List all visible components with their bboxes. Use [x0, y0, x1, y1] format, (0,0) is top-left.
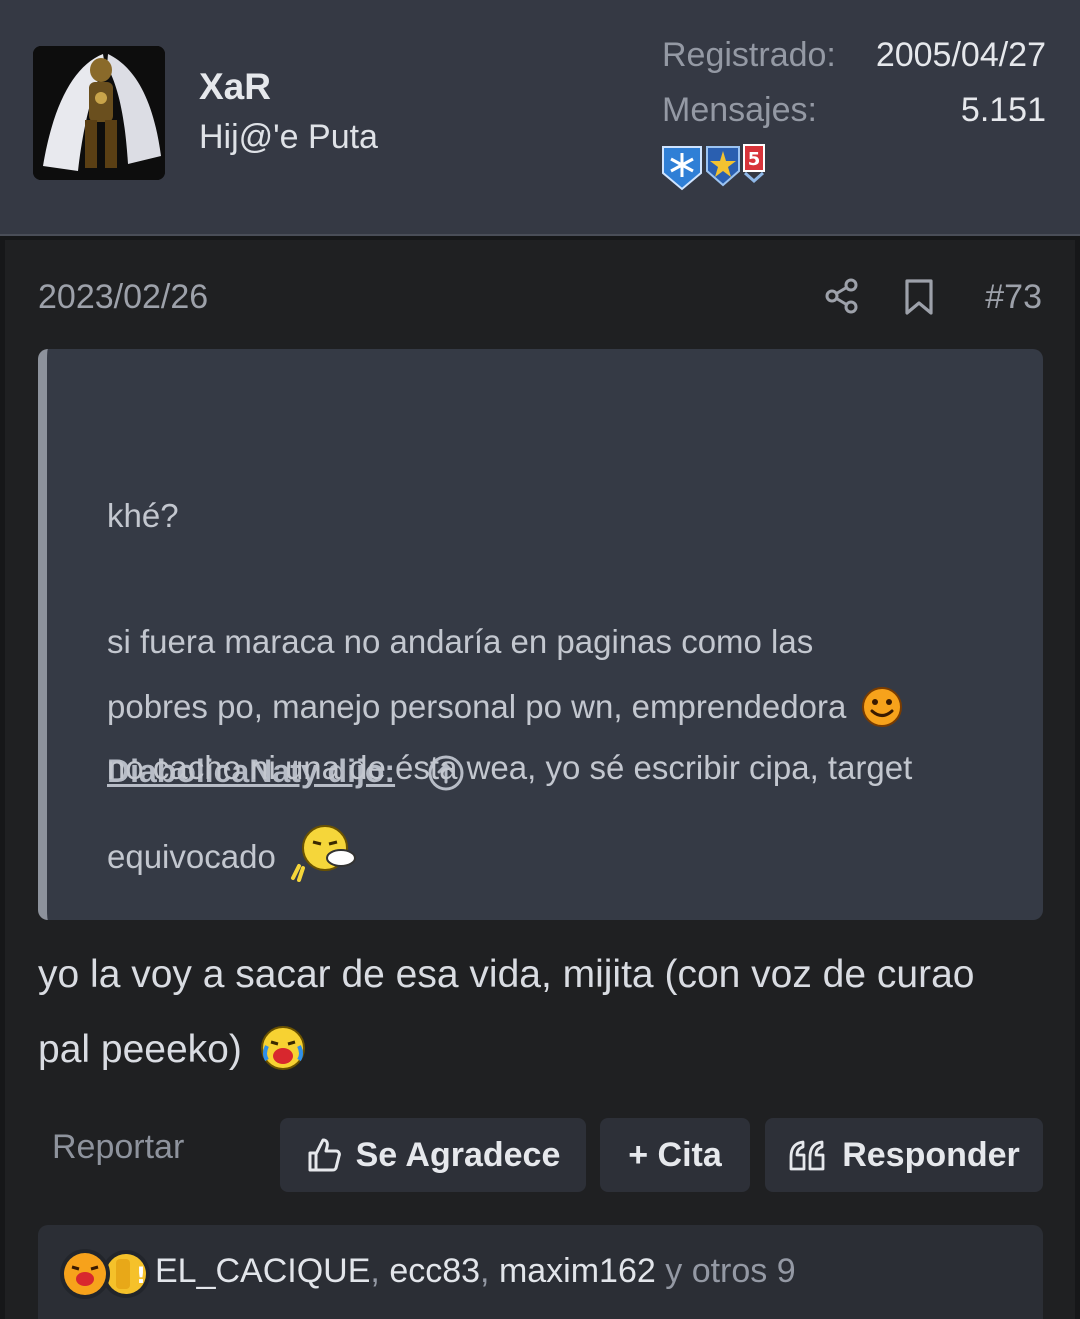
- snowflake-badge-icon[interactable]: [661, 143, 703, 191]
- post-date[interactable]: 2023/02/26: [38, 278, 208, 317]
- quote-text-line: si fuera maraca no andaría en paginas co…: [107, 623, 814, 660]
- reaction-separator: ,: [370, 1252, 390, 1290]
- level-five-badge-icon[interactable]: 5: [743, 143, 765, 183]
- post-text: pal peeeko): [38, 1028, 242, 1071]
- reaction-user-link[interactable]: EL_CACIQUE: [155, 1252, 370, 1290]
- quote-button-label: + Cita: [628, 1135, 722, 1174]
- quote-button[interactable]: + Cita: [600, 1118, 750, 1192]
- registered-value: 2005/04/27: [875, 36, 1046, 74]
- avatar[interactable]: [33, 46, 165, 180]
- thank-button[interactable]: Se Agradece: [280, 1118, 586, 1192]
- smug-emoji-icon: [290, 825, 356, 882]
- reply-button-label: Responder: [842, 1135, 1020, 1174]
- quote-block: DiabolicaNaty dijo: khé? si fuera maraca…: [38, 349, 1043, 920]
- svg-text:!: !: [136, 1264, 146, 1289]
- reaction-user-link[interactable]: ecc83: [389, 1252, 480, 1290]
- post-text-line: pal peeeko): [38, 1024, 307, 1072]
- share-icon[interactable]: [824, 278, 860, 314]
- smile-emoji-icon: [862, 687, 903, 727]
- username[interactable]: XaR: [199, 66, 271, 108]
- reply-button[interactable]: Responder: [765, 1118, 1043, 1192]
- user-title: Hij@'e Puta: [199, 118, 378, 156]
- quote-text-line: khé?: [107, 497, 179, 534]
- registered-label: Registrado:: [662, 36, 836, 74]
- svg-text:5: 5: [748, 149, 761, 170]
- star-badge-icon[interactable]: [705, 143, 741, 187]
- user-header: XaR Hij@'e Puta Registrado: 2005/04/27 M…: [0, 0, 1080, 236]
- quote-text: pobres po, manejo personal po wn, empren…: [107, 688, 847, 725]
- report-link[interactable]: Reportar: [52, 1128, 184, 1167]
- reaction-separator: ,: [480, 1252, 499, 1290]
- quote-marks-icon: [789, 1140, 825, 1171]
- messages-value: 5.151: [960, 91, 1046, 129]
- bookmark-icon[interactable]: [902, 278, 936, 316]
- reaction-user-link[interactable]: maxim162: [499, 1252, 656, 1290]
- quote-text: equivocado: [107, 838, 276, 875]
- thumbs-up-icon: [308, 1138, 341, 1172]
- reactions-users[interactable]: EL_CACIQUE, ecc83, maxim162 y otros 9: [155, 1252, 796, 1291]
- messages-label: Mensajes:: [662, 91, 817, 129]
- post-number[interactable]: #73: [985, 278, 1042, 317]
- quote-text-line: no cacho ni una de ésta wea, yo sé escri…: [107, 749, 913, 786]
- quote-text-line: equivocado: [107, 822, 365, 882]
- post-text-line: yo la voy a sacar de esa vida, mijita (c…: [38, 953, 975, 996]
- quote-text-line: pobres po, manejo personal po wn, empren…: [107, 686, 903, 728]
- thank-button-label: Se Agradece: [355, 1135, 561, 1174]
- user-badges: 5: [661, 143, 765, 191]
- crying-laugh-emoji-icon: [260, 1026, 305, 1070]
- reaction-emojis: !: [60, 1249, 150, 1299]
- reaction-others-link[interactable]: y otros 9: [656, 1252, 795, 1290]
